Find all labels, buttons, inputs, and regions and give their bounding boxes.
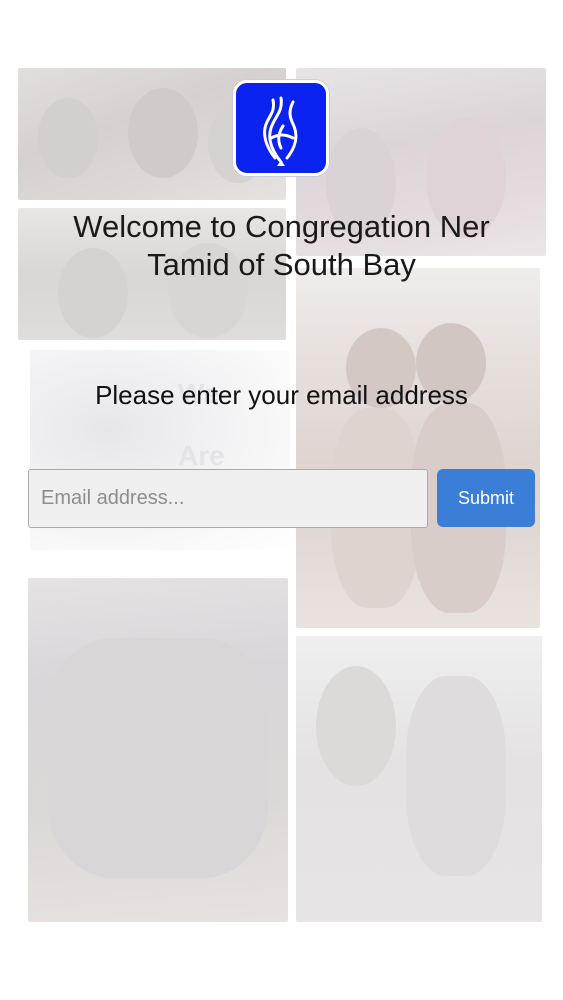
flame-menorah-icon <box>263 96 298 166</box>
email-prompt: Please enter your email address <box>95 380 468 410</box>
welcome-line-1: Welcome to Congregation Ner <box>73 209 490 244</box>
watermark-word: Are <box>178 440 225 471</box>
collage-photo <box>296 268 540 628</box>
email-input[interactable] <box>28 469 428 528</box>
collage-photo <box>296 636 542 922</box>
welcome-line-2: Tamid of South Bay <box>147 247 416 282</box>
submit-button[interactable]: Submit <box>437 469 535 527</box>
congregation-logo <box>233 80 329 176</box>
collage-photo <box>28 578 288 922</box>
welcome-heading: Welcome to Congregation Ner Tamid of Sou… <box>20 208 543 284</box>
